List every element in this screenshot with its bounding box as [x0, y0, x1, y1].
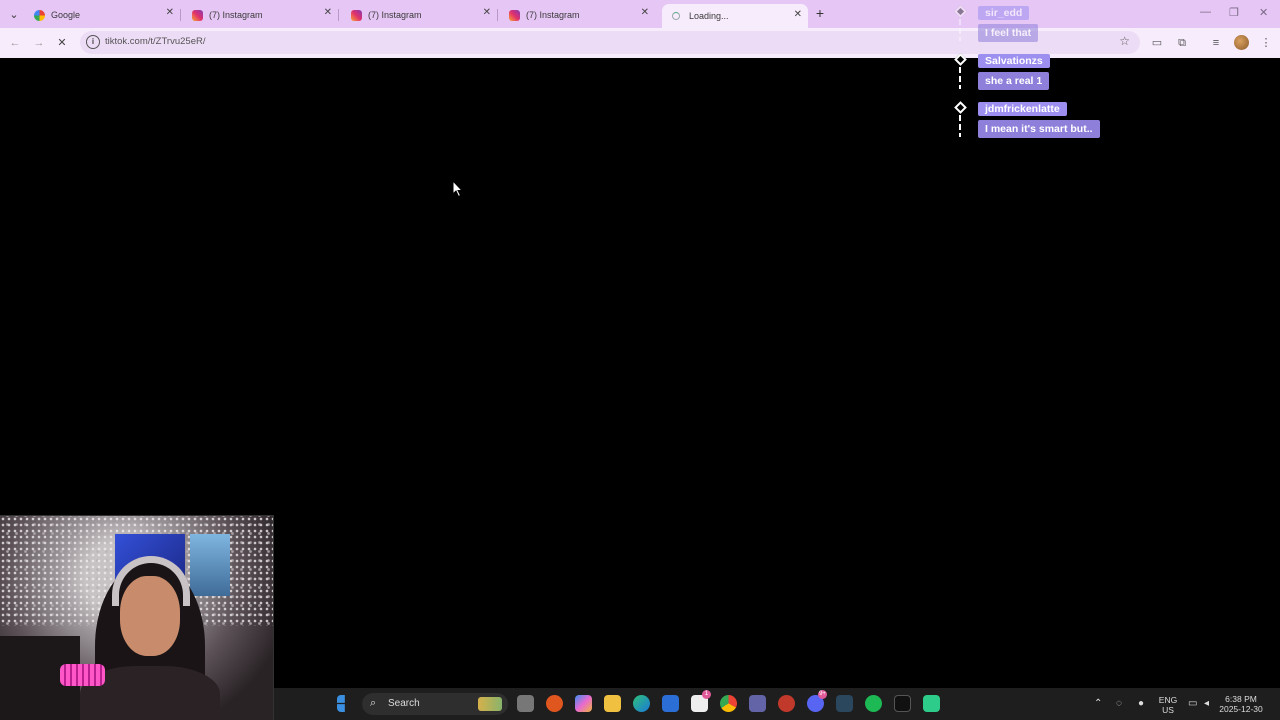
chat-message: Salvationzs she a real 1	[952, 52, 1132, 100]
chevron-down-icon: ⌄	[9, 8, 19, 21]
clock-date: 2025-12-30	[1219, 704, 1263, 714]
tab-divider	[180, 9, 181, 21]
taskbar-search[interactable]: ⌕ Search	[362, 693, 508, 715]
file-explorer-icon[interactable]	[604, 695, 621, 712]
tab-divider	[497, 9, 498, 21]
tab-instagram-3[interactable]: (7) Instagram ✕	[503, 4, 655, 26]
clock-time: 6:38 PM	[1225, 694, 1257, 704]
restore-icon[interactable]: ❐	[1229, 6, 1239, 19]
app-orange-icon[interactable]	[546, 695, 563, 712]
webcam-feed	[0, 515, 274, 720]
chat-text: I mean it's smart but..	[978, 120, 1100, 138]
tab-title: (7) Instagram	[368, 10, 422, 20]
windows-taskbar: ⌕ Search 1 9+ ⌃ ◌ ● ENG US ▭ ◂ 6:38 PM 2…	[274, 688, 1280, 720]
close-icon[interactable]: ✕	[324, 7, 332, 18]
chat-text: I feel that	[978, 24, 1039, 42]
app-green-icon[interactable]	[923, 695, 940, 712]
more-menu-icon[interactable]: ⋮	[1258, 35, 1274, 51]
clock[interactable]: 6:38 PM 2025-12-30	[1218, 694, 1264, 714]
chrome-icon[interactable]	[720, 695, 737, 712]
notification-badge: 9+	[818, 690, 827, 699]
pink-microphone	[60, 664, 105, 686]
profile-avatar[interactable]	[1234, 35, 1249, 50]
spotify-icon[interactable]	[865, 695, 882, 712]
tab-loading-active[interactable]: Loading... ✕	[662, 4, 808, 28]
chat-diamond-icon	[954, 53, 967, 66]
chat-username: sir_edd	[978, 6, 1030, 20]
tab-search-button[interactable]: ⌄	[4, 4, 24, 24]
close-icon[interactable]: ✕	[794, 9, 802, 20]
microphone-icon[interactable]: ●	[1138, 698, 1144, 709]
chat-message: sir_edd I feel that	[952, 4, 1132, 52]
edge-icon[interactable]	[633, 695, 650, 712]
stop-loading-icon[interactable]: ✕	[54, 35, 70, 51]
tab-title: Google	[51, 10, 81, 20]
tab-title: (7) Instagram	[526, 10, 580, 20]
tab-title: Loading...	[689, 11, 729, 21]
instagram-icon	[351, 9, 362, 21]
chat-diamond-icon	[954, 101, 967, 114]
mouse-pointer-icon	[452, 180, 464, 198]
close-icon[interactable]: ✕	[641, 7, 649, 18]
chat-connector	[959, 115, 961, 137]
url-text[interactable]: tiktok.com/t/ZTrvu25eR/	[105, 36, 205, 47]
show-hidden-icons-chevron[interactable]: ⌃	[1094, 698, 1102, 709]
search-label: Search	[388, 698, 420, 709]
language-code: ENG	[1158, 695, 1178, 705]
copilot-icon[interactable]	[575, 695, 592, 712]
stream-chat-overlay: sir_edd I feel that Salvationzs she a re…	[952, 4, 1132, 148]
region-code: US	[1162, 705, 1174, 715]
wall-poster	[190, 534, 230, 596]
search-highlight-icon	[478, 697, 502, 711]
chat-username: Salvationzs	[978, 54, 1050, 68]
notification-badge: 1	[702, 690, 711, 699]
display-icon[interactable]: ▭	[1188, 698, 1197, 709]
app-blue-icon[interactable]	[662, 695, 679, 712]
tab-title: (7) Instagram	[209, 10, 263, 20]
chat-username: jdmfrickenlatte	[978, 102, 1067, 116]
cast-icon[interactable]: ▭	[1149, 35, 1165, 51]
close-icon[interactable]: ✕	[166, 7, 174, 18]
tab-instagram-1[interactable]: (7) Instagram ✕	[186, 4, 339, 26]
teams-icon[interactable]	[749, 695, 766, 712]
network-off-icon[interactable]: ◌	[1116, 698, 1122, 709]
instagram-icon	[192, 9, 203, 21]
instagram-icon	[509, 9, 520, 21]
steam-icon[interactable]	[836, 695, 853, 712]
tiktok-icon[interactable]	[894, 695, 911, 712]
chat-text: she a real 1	[978, 72, 1050, 90]
chat-message: jdmfrickenlatte I mean it's smart but..	[952, 100, 1132, 148]
media-controls-icon[interactable]: ≡	[1208, 35, 1224, 51]
tab-instagram-2[interactable]: (7) Instagram ✕	[345, 4, 498, 26]
volume-icon[interactable]: ◂	[1204, 698, 1209, 709]
chat-diamond-icon	[954, 5, 967, 18]
back-arrow-icon[interactable]: ←	[7, 35, 23, 51]
window-close-icon[interactable]: ✕	[1259, 6, 1268, 19]
close-icon[interactable]: ✕	[483, 7, 491, 18]
tab-google[interactable]: Google ✕	[28, 4, 181, 26]
new-tab-button[interactable]: +	[812, 5, 828, 21]
extensions-puzzle-icon[interactable]: ⧉	[1174, 35, 1190, 51]
chat-connector	[959, 67, 961, 89]
forward-arrow-icon[interactable]: →	[31, 35, 47, 51]
loading-spinner-icon	[672, 12, 680, 20]
chat-connector	[959, 19, 961, 41]
task-view-icon[interactable]	[517, 695, 534, 712]
google-icon	[34, 9, 45, 21]
minimize-icon[interactable]: —	[1200, 6, 1211, 18]
search-icon: ⌕	[370, 697, 377, 709]
windows-start-icon[interactable]	[337, 695, 345, 712]
tab-divider	[338, 9, 339, 21]
app-red-icon[interactable]	[778, 695, 795, 712]
plus-icon: +	[815, 5, 825, 21]
site-info-icon[interactable]: i	[86, 35, 100, 49]
language-indicator[interactable]: ENG US	[1158, 695, 1178, 715]
